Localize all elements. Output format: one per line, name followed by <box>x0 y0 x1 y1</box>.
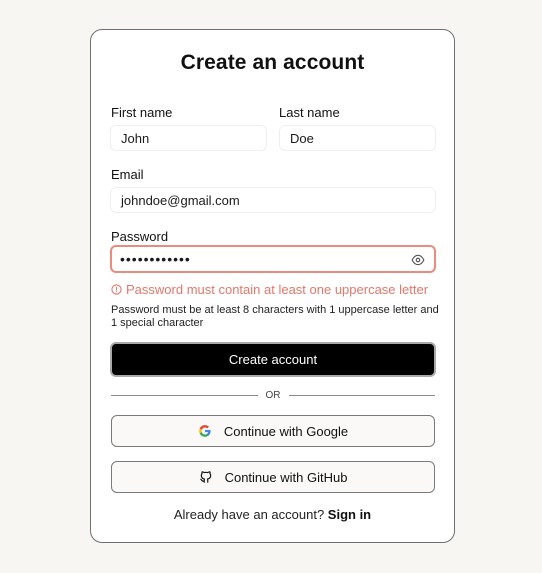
google-signin-button[interactable]: Continue with Google <box>111 415 435 447</box>
password-label: Password <box>111 229 169 244</box>
signin-row: Already have an account? Sign in <box>91 507 454 522</box>
google-icon <box>198 424 212 438</box>
password-value: •••••••••••• <box>120 251 191 267</box>
last-name-value: Doe <box>290 130 314 146</box>
divider-line-left <box>111 394 258 396</box>
password-error-text: Password must contain at least one upper… <box>126 282 429 297</box>
email-input[interactable]: johndoe@gmail.com <box>110 187 436 213</box>
signin-link[interactable]: Sign in <box>328 507 371 522</box>
divider-text: OR <box>265 389 281 401</box>
github-signin-button[interactable]: Continue with GitHub <box>111 461 435 493</box>
signin-prompt: Already have an account? <box>173 507 325 522</box>
email-label: Email <box>111 167 144 182</box>
first-name-label: First name <box>111 105 173 120</box>
alert-circle-icon <box>111 284 122 295</box>
password-hint: Password must be at least 8 characters w… <box>111 304 439 329</box>
or-divider: OR <box>111 388 435 402</box>
github-icon <box>199 470 213 484</box>
first-name-value: John <box>121 130 150 146</box>
first-name-input[interactable]: John <box>110 125 267 151</box>
signup-card: Create an account First name John Last n… <box>90 29 455 543</box>
github-button-label: Continue with GitHub <box>224 469 348 485</box>
password-error: Password must contain at least one upper… <box>111 282 428 297</box>
divider-line-right <box>288 394 435 396</box>
google-button-label: Continue with Google <box>223 423 349 439</box>
eye-icon[interactable] <box>411 253 425 267</box>
password-input[interactable]: •••••••••••• <box>110 245 436 273</box>
page-title: Create an account <box>180 51 365 74</box>
create-account-button[interactable]: Create account <box>110 342 436 377</box>
email-value: johndoe@gmail.com <box>121 192 240 208</box>
last-name-input[interactable]: Doe <box>279 125 436 151</box>
last-name-label: Last name <box>279 105 340 120</box>
